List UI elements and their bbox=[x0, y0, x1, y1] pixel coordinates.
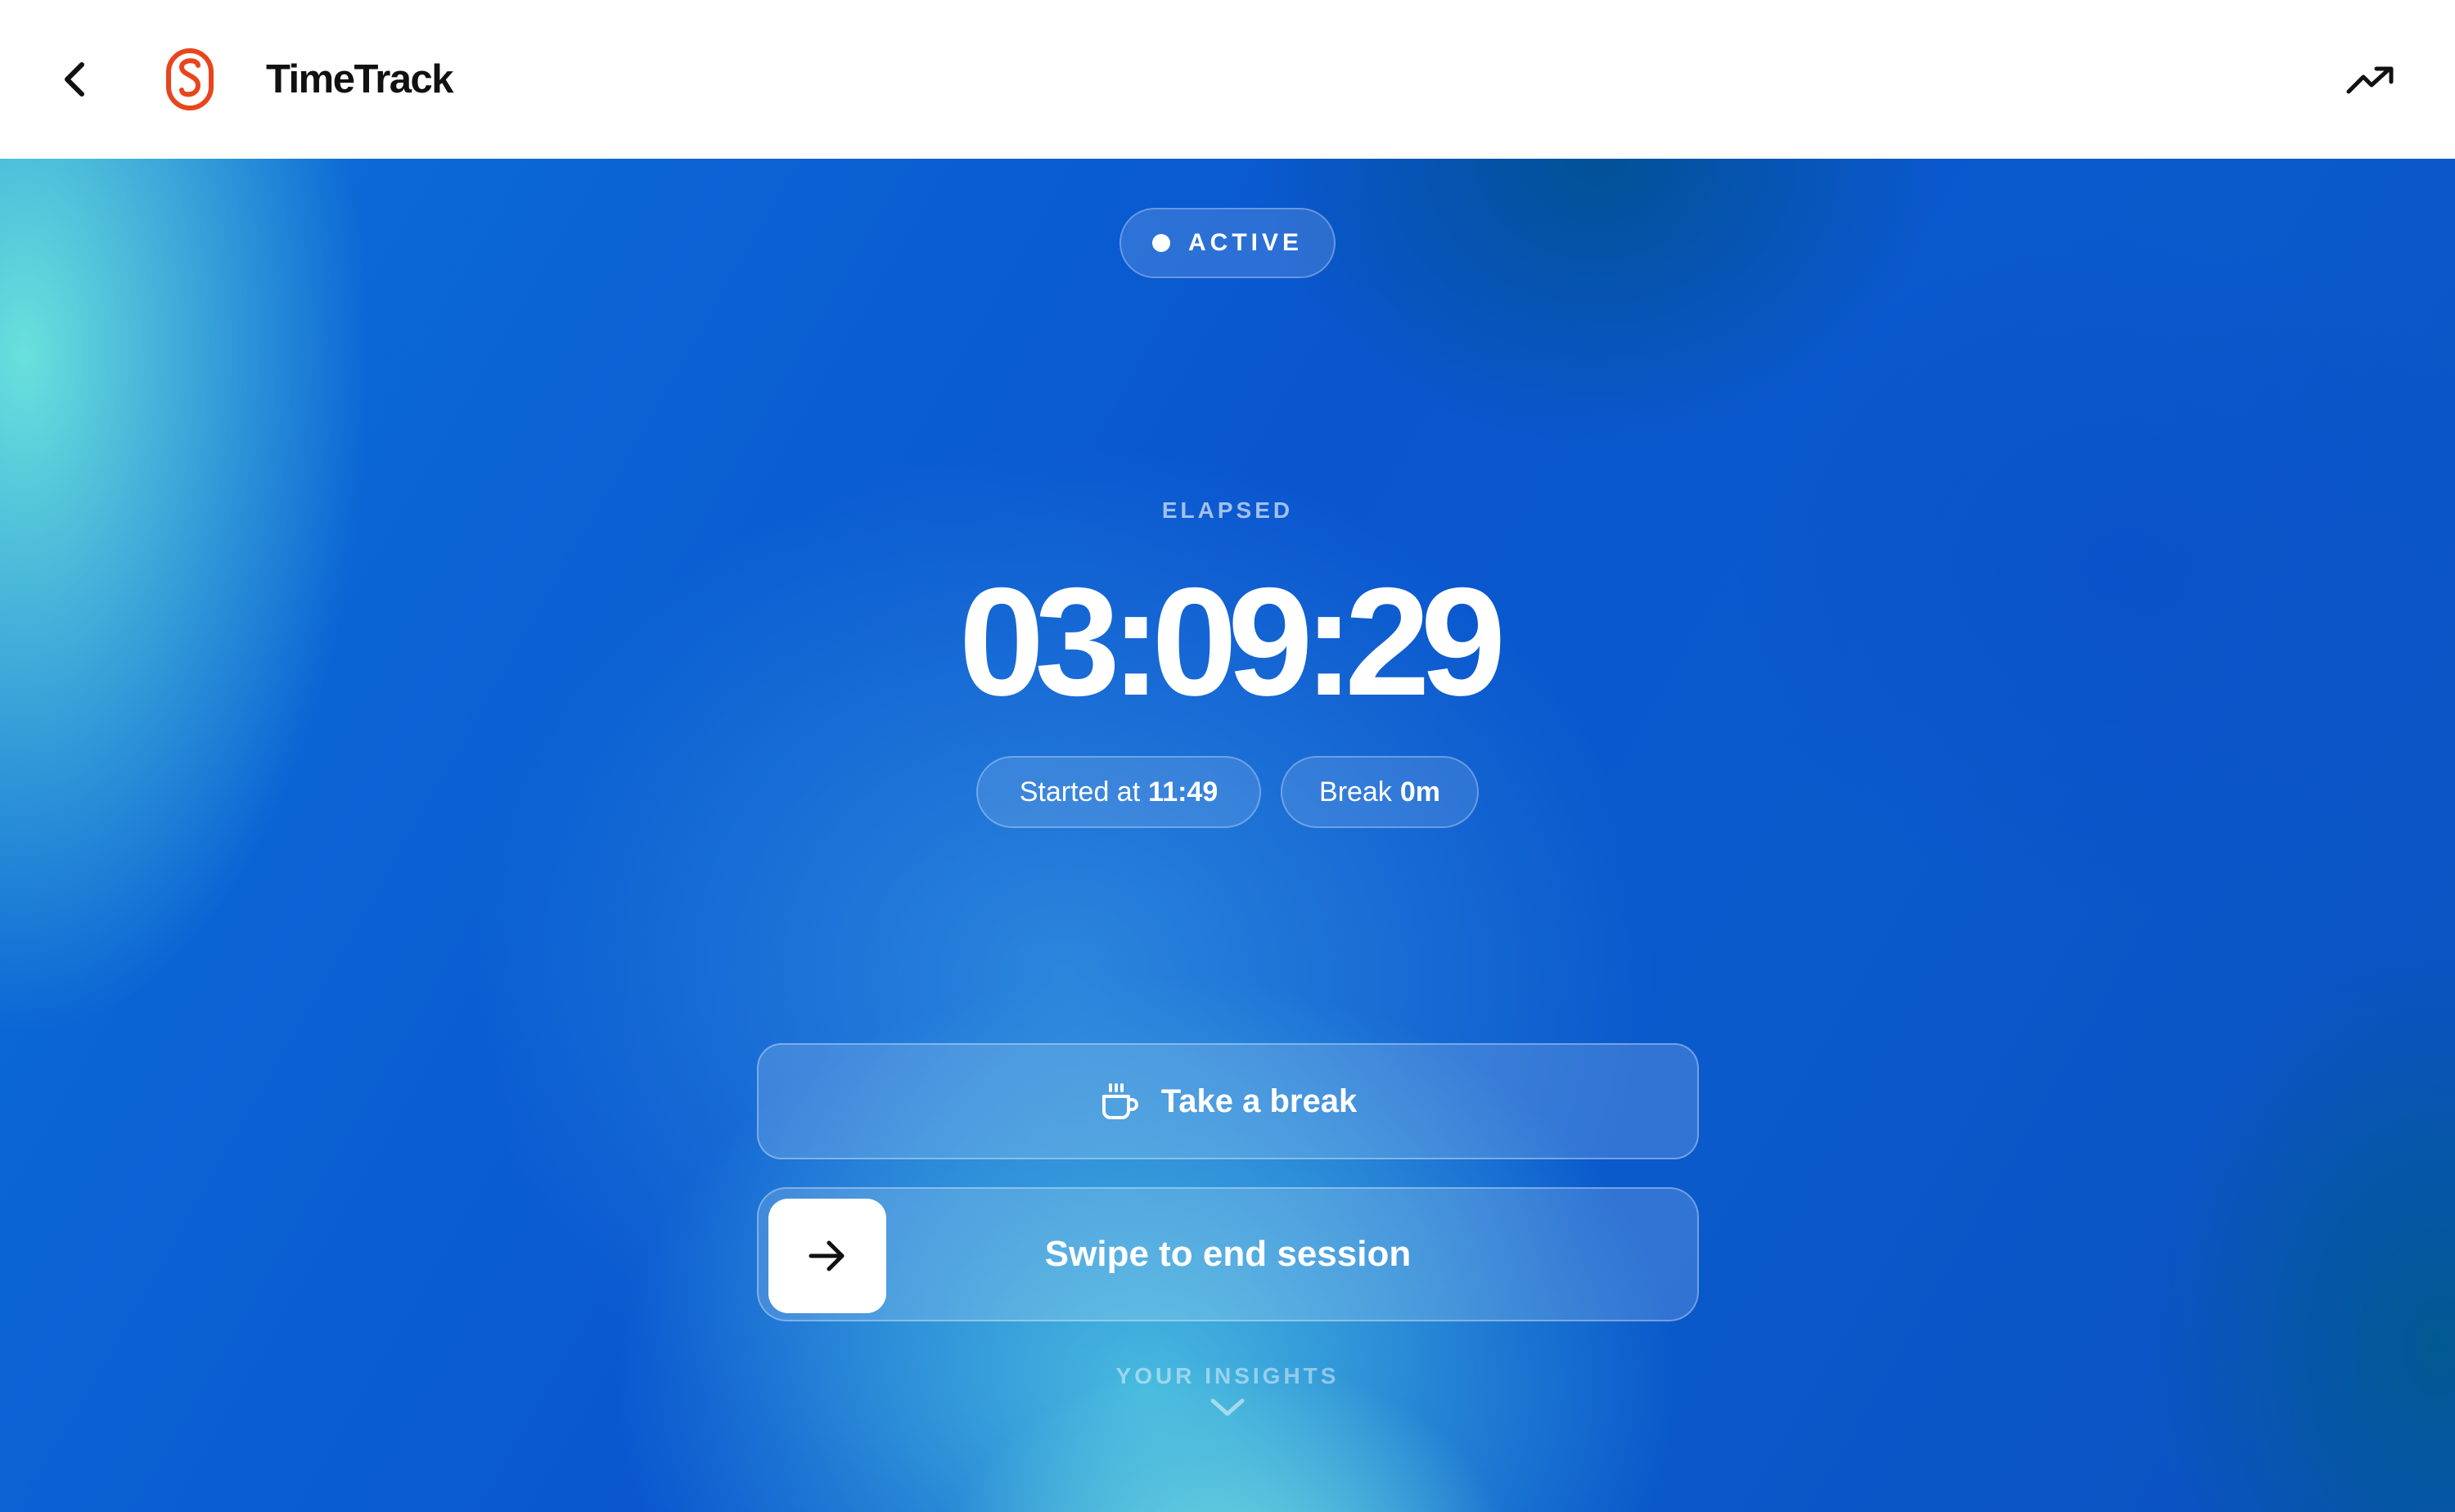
swipe-to-end-slider[interactable]: Swipe to end session bbox=[757, 1187, 1699, 1321]
app-title: TimeTrack bbox=[266, 57, 454, 101]
status-dot-icon bbox=[1151, 234, 1170, 252]
coffee-cup-icon bbox=[1101, 1083, 1138, 1119]
elapsed-label: ELAPSED bbox=[1161, 497, 1294, 523]
your-insights-toggle[interactable]: YOUR INSIGHTS bbox=[1064, 1363, 1391, 1419]
swipe-handle[interactable] bbox=[768, 1199, 886, 1313]
status-badge: ACTIVE bbox=[1119, 208, 1336, 278]
status-text: ACTIVE bbox=[1187, 229, 1303, 256]
take-break-button[interactable]: Take a break bbox=[757, 1043, 1699, 1159]
started-label: Started at bbox=[1019, 776, 1141, 808]
break-duration-pill: Break 0m bbox=[1281, 756, 1479, 828]
swipe-label: Swipe to end session bbox=[1044, 1234, 1412, 1274]
chevron-down-icon bbox=[1210, 1398, 1245, 1416]
started-at-pill: Started at 11:49 bbox=[976, 756, 1261, 828]
started-time: 11:49 bbox=[1148, 776, 1218, 808]
break-value: 0m bbox=[1399, 776, 1440, 808]
take-break-label: Take a break bbox=[1160, 1082, 1358, 1119]
elapsed-timer: 03:09:29 bbox=[958, 556, 1507, 727]
app-header: TimeTrack bbox=[0, 0, 2455, 159]
trending-up-icon bbox=[2346, 66, 2394, 94]
session-panel: ACTIVE ELAPSED 03:09:29 Started at 11:49… bbox=[0, 159, 2455, 1512]
insights-trend-button[interactable] bbox=[2344, 57, 2398, 103]
insights-label: YOUR INSIGHTS bbox=[1115, 1363, 1340, 1388]
back-button[interactable] bbox=[51, 55, 100, 104]
break-label: Break bbox=[1319, 776, 1392, 808]
app-logo bbox=[165, 47, 214, 111]
arrow-right-icon bbox=[809, 1240, 845, 1271]
chevron-left-icon bbox=[65, 62, 84, 97]
